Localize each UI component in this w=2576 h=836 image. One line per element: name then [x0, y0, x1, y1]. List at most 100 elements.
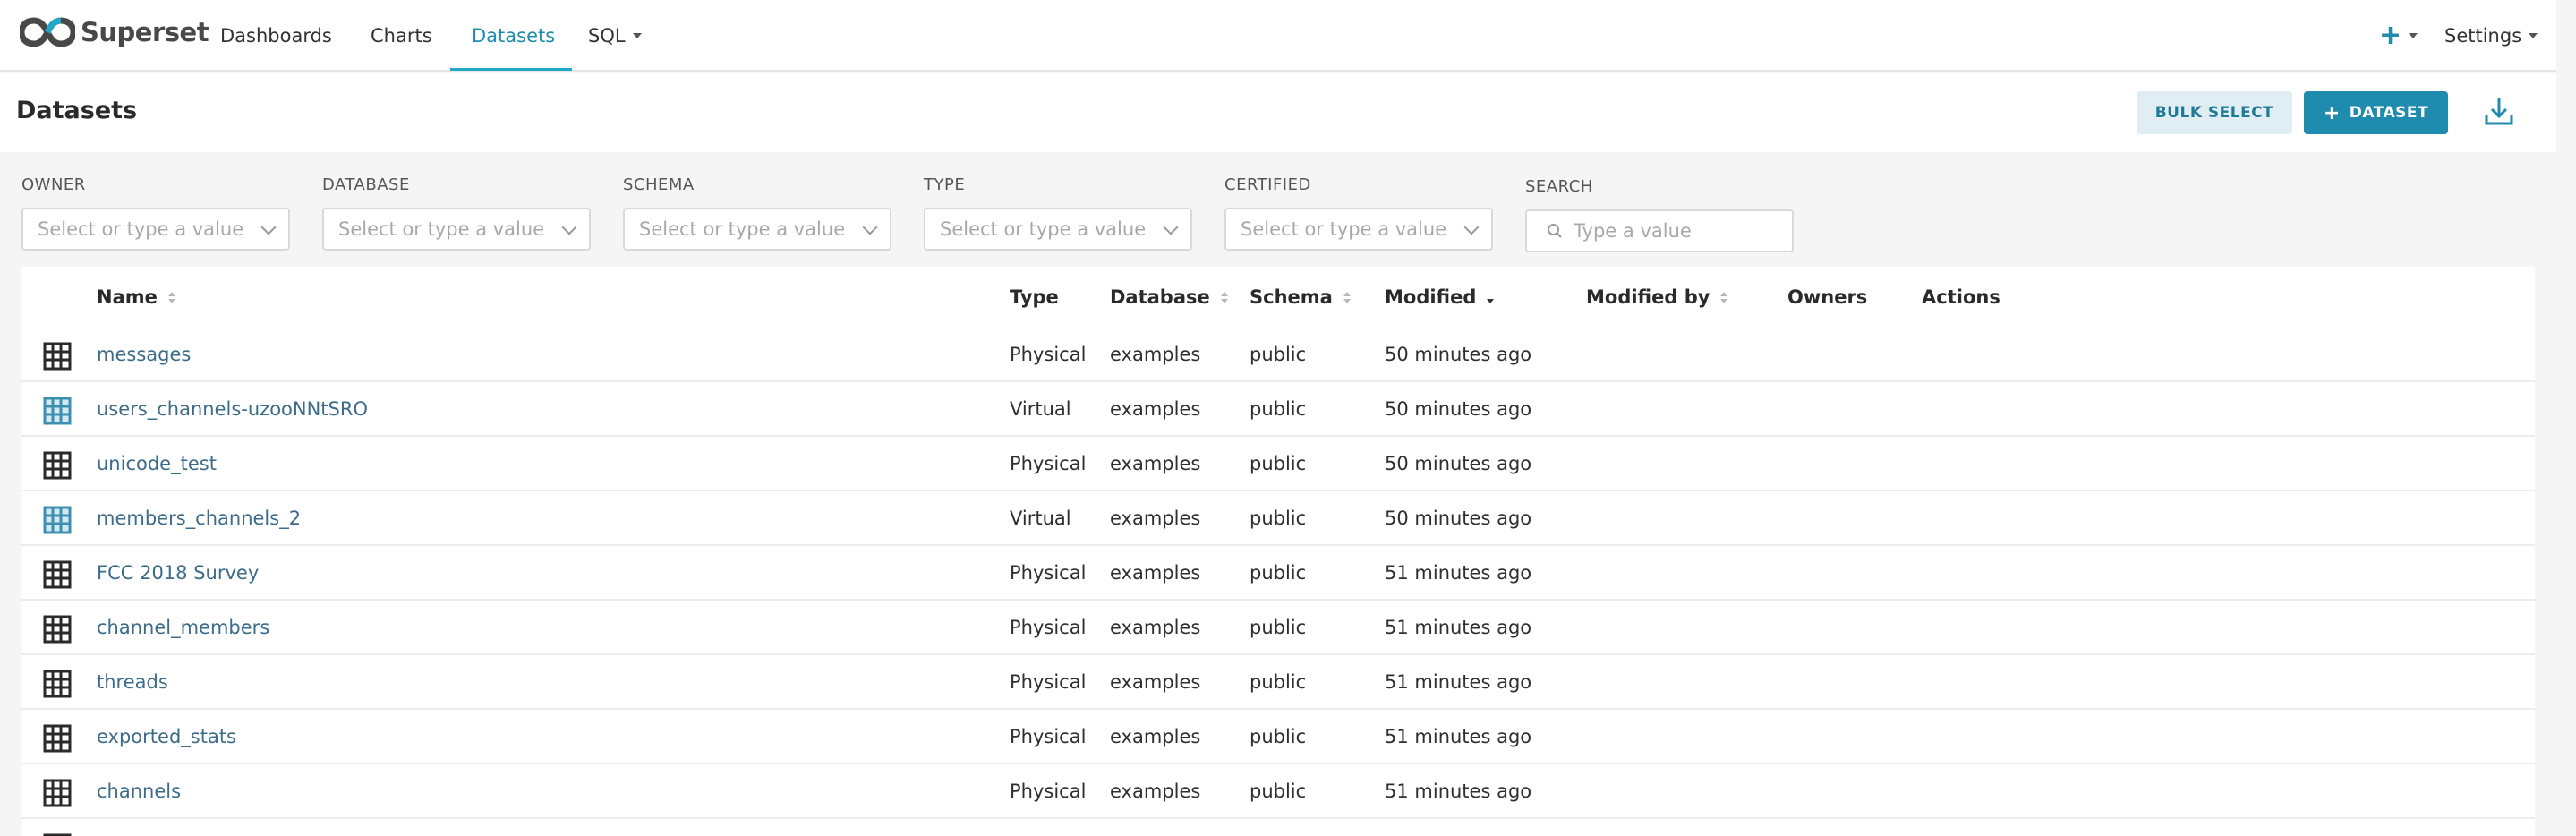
sort-icon: [167, 291, 175, 303]
dataset-name-link[interactable]: exported_stats: [97, 726, 236, 747]
type-select[interactable]: Select or type a value: [924, 208, 1192, 251]
column-header-modified-by[interactable]: Modified by: [1586, 286, 1728, 308]
column-label: Actions: [1922, 286, 2000, 308]
superset-logo-icon: [20, 17, 75, 47]
brand-name: Superset: [81, 17, 209, 47]
filter-database: DATABASE Select or type a value: [322, 175, 591, 251]
brand-logo[interactable]: Superset: [20, 13, 209, 52]
dataset-name-link[interactable]: messages: [97, 344, 191, 365]
chevron-down-icon: [2529, 33, 2538, 38]
chevron-down-icon: [632, 33, 642, 38]
physical-table-icon: [43, 779, 72, 807]
cell-modified: 51 minutes ago: [1385, 617, 1532, 638]
table-row[interactable]: channel_members Physical examples public 51 …: [21, 601, 2535, 655]
plus-icon: +: [2379, 20, 2402, 51]
filter-label: SCHEMA: [623, 175, 695, 194]
page-title: Datasets: [16, 97, 138, 124]
chevron-down-icon: [862, 219, 878, 235]
cell-modified: 51 minutes ago: [1385, 562, 1532, 584]
filter-label: SEARCH: [1525, 177, 1593, 196]
nav-dashboards[interactable]: Dashboards: [220, 0, 332, 72]
select-placeholder: Select or type a value: [338, 218, 545, 240]
filter-type: TYPE Select or type a value: [924, 175, 1192, 251]
cell-database: examples: [1110, 617, 1201, 638]
datasets-table: Name Type Database Schema Modified Modif…: [21, 267, 2535, 836]
cell-type: Physical: [1010, 562, 1087, 584]
column-header-name[interactable]: Name: [97, 286, 175, 308]
cell-modified: 50 minutes ago: [1385, 344, 1532, 365]
bulk-select-button[interactable]: BULK SELECT: [2137, 91, 2292, 134]
chevron-down-icon: [1163, 219, 1179, 235]
cell-database: examples: [1110, 398, 1201, 420]
sort-icon: [1720, 291, 1728, 303]
cell-modified: 51 minutes ago: [1385, 726, 1532, 747]
settings-menu[interactable]: Settings: [2444, 0, 2538, 72]
chevron-down-icon: [2409, 33, 2418, 38]
select-placeholder: Select or type a value: [38, 218, 244, 240]
cell-type: Physical: [1010, 453, 1087, 474]
table-row[interactable]: channels Physical examples public 51 minutes…: [21, 764, 2535, 819]
certified-select[interactable]: Select or type a value: [1224, 208, 1493, 251]
cell-schema: public: [1250, 344, 1307, 365]
nav-datasets[interactable]: Datasets: [472, 0, 555, 72]
filter-owner: OWNER Select or type a value: [21, 175, 290, 251]
dataset-name-link[interactable]: unicode_test: [97, 453, 217, 474]
cell-type: Physical: [1010, 344, 1087, 365]
owner-select[interactable]: Select or type a value: [21, 208, 290, 251]
column-header-database[interactable]: Database: [1110, 286, 1228, 308]
dataset-name-link[interactable]: threads: [97, 671, 168, 693]
filter-label: DATABASE: [322, 175, 410, 194]
column-label: Modified: [1385, 286, 1477, 308]
dataset-name-link[interactable]: users_channels-uzooNNtSRO: [97, 398, 368, 420]
filter-schema: SCHEMA Select or type a value: [623, 175, 891, 251]
table-row[interactable]: [21, 819, 2535, 836]
chevron-down-icon: [1463, 219, 1480, 235]
column-header-schema[interactable]: Schema: [1250, 286, 1351, 308]
cell-schema: public: [1250, 453, 1307, 474]
dataset-name-link[interactable]: channel_members: [97, 617, 269, 638]
dataset-name-link[interactable]: FCC 2018 Survey: [97, 562, 259, 584]
table-row[interactable]: exported_stats Physical examples public 51 m…: [21, 710, 2535, 764]
column-label: Database: [1110, 286, 1210, 308]
nav-sql[interactable]: SQL: [588, 0, 642, 72]
database-select[interactable]: Select or type a value: [322, 208, 591, 251]
download-icon[interactable]: [2481, 93, 2517, 129]
chevron-down-icon: [561, 219, 577, 235]
cell-database: examples: [1110, 726, 1201, 747]
cell-modified: 50 minutes ago: [1385, 453, 1532, 474]
schema-select[interactable]: Select or type a value: [623, 208, 891, 251]
nav-charts[interactable]: Charts: [371, 0, 432, 72]
cell-schema: public: [1250, 562, 1307, 584]
cell-type: Virtual: [1010, 398, 1071, 420]
plus-icon: +: [2323, 101, 2341, 124]
cell-schema: public: [1250, 398, 1307, 420]
cell-schema: public: [1250, 617, 1307, 638]
cell-schema: public: [1250, 508, 1307, 529]
column-header-modified[interactable]: Modified: [1385, 286, 1495, 308]
column-header-owners: Owners: [1787, 286, 1867, 308]
app-root: Superset Dashboards Charts Datasets SQL …: [0, 0, 2576, 836]
virtual-table-icon: [43, 506, 72, 534]
cell-schema: public: [1250, 726, 1307, 747]
search-icon: [1548, 224, 1562, 238]
dataset-name-link[interactable]: channels: [97, 781, 181, 802]
search-input[interactable]: Type a value: [1525, 209, 1794, 252]
column-header-type: Type: [1010, 286, 1059, 308]
dataset-name-link[interactable]: members_channels_2: [97, 508, 301, 529]
table-row[interactable]: members_channels_2 Virtual examples public 5…: [21, 491, 2535, 546]
table-row[interactable]: users_channels-uzooNNtSRO Virtual examples…: [21, 382, 2535, 437]
table-row[interactable]: messages Physical examples public 50 minutes…: [21, 328, 2535, 382]
add-dataset-button[interactable]: + DATASET: [2304, 91, 2448, 134]
table-row[interactable]: threads Physical examples public 51 minutes …: [21, 655, 2535, 710]
nav-sql-label: SQL: [588, 25, 626, 47]
add-dataset-label: DATASET: [2349, 104, 2429, 122]
cell-database: examples: [1110, 508, 1201, 529]
new-menu-button[interactable]: +: [2379, 0, 2418, 72]
cell-schema: public: [1250, 671, 1307, 693]
page-header: Datasets BULK SELECT + DATASET: [0, 73, 2556, 152]
column-label: Name: [97, 286, 158, 308]
table-row[interactable]: FCC 2018 Survey Physical examples public 51 …: [21, 546, 2535, 601]
cell-type: Virtual: [1010, 508, 1071, 529]
cell-type: Physical: [1010, 726, 1087, 747]
table-row[interactable]: unicode_test Physical examples public 50 min…: [21, 437, 2535, 491]
